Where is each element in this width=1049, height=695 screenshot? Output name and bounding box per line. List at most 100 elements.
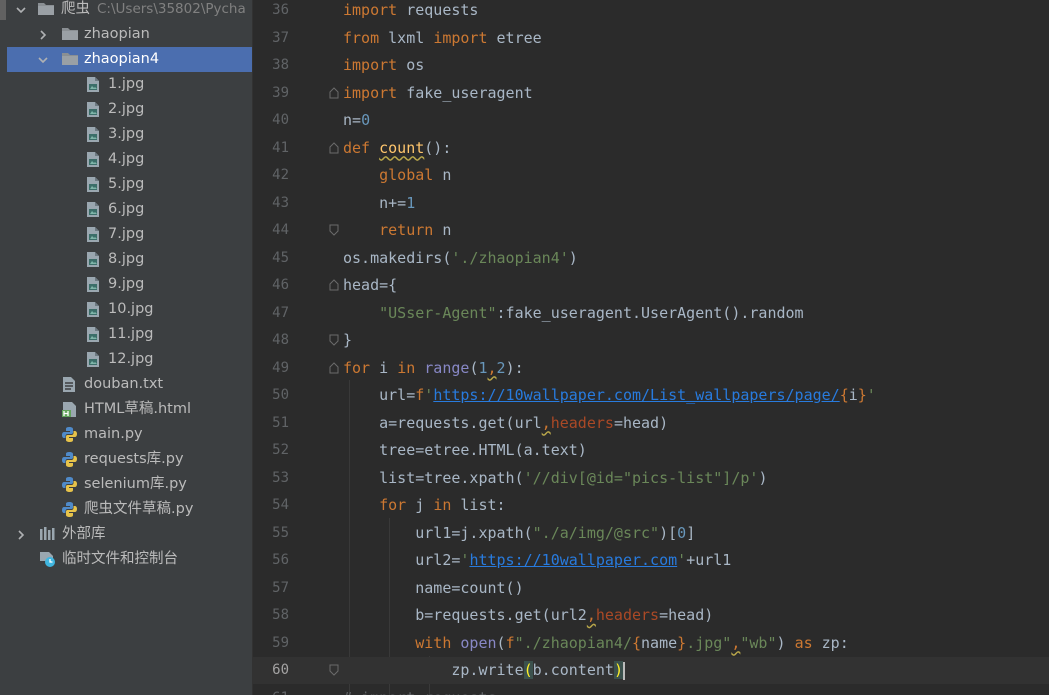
code-line[interactable]: } (343, 327, 352, 354)
left-tool-strip (0, 0, 7, 695)
tree-root-path: C:\Users\35802\Pycha (97, 1, 246, 17)
tree-item-label: 12.jpg (108, 351, 154, 367)
line-number: 59 (272, 634, 289, 651)
tree-item-image[interactable]: 3.jpg (7, 122, 252, 147)
code-line[interactable]: from lxml import etree (343, 25, 542, 52)
tree-item-image[interactable]: 7.jpg (7, 222, 252, 247)
tree-item-label: douban.txt (84, 376, 164, 392)
code-line[interactable]: for i in range(1,2): (343, 355, 524, 382)
tree-item-scratch[interactable]: 临时文件和控制台 (7, 547, 252, 572)
tree-item-label: 7.jpg (108, 226, 145, 242)
tree-item-image[interactable]: 10.jpg (7, 297, 252, 322)
line-number: 50 (272, 387, 289, 403)
code-line[interactable]: with open(f"./zhaopian4/{name}.jpg","wb"… (343, 630, 849, 657)
line-number: 60 (272, 662, 289, 678)
line-number: 52 (272, 442, 289, 458)
tree-item-image[interactable]: 1.jpg (7, 72, 252, 97)
fold-marker-icon[interactable] (329, 80, 341, 107)
line-number: 39 (272, 84, 289, 101)
code-editor[interactable]: 36 import requests 37 from lxml import etre… (253, 0, 1049, 695)
image-file-icon (85, 347, 103, 372)
line-number: 40 (272, 112, 289, 128)
fold-marker-icon[interactable] (329, 355, 341, 382)
python-file-icon (61, 447, 79, 472)
chevron-down-icon[interactable] (15, 0, 27, 22)
code-line[interactable]: list=tree.xpath('//div[@id="pics-list"]/… (343, 465, 767, 492)
chevron-right-icon[interactable] (37, 22, 49, 47)
tree-item-label: 11.jpg (108, 326, 154, 342)
tree-item-label: 8.jpg (108, 251, 145, 267)
tree-item-label: 3.jpg (108, 126, 145, 142)
line-number: 51 (272, 414, 289, 431)
code-line[interactable]: n=0 (343, 107, 370, 134)
tree-item-label: 5.jpg (108, 176, 145, 192)
chevron-down-icon[interactable] (37, 47, 49, 72)
tree-item-label: 1.jpg (108, 76, 145, 92)
fold-marker-icon[interactable] (329, 135, 341, 162)
code-line[interactable]: a=requests.get(url,headers=head) (343, 410, 668, 437)
tree-item-image[interactable]: 11.jpg (7, 322, 252, 347)
code-line[interactable]: for j in list: (343, 492, 505, 519)
tree-item-label: 临时文件和控制台 (62, 551, 178, 567)
line-number: 45 (272, 249, 289, 266)
tree-item-image[interactable]: 9.jpg (7, 272, 252, 297)
tree-item-folder[interactable]: zhaopian4 (7, 47, 252, 72)
tree-item-label: 4.jpg (108, 151, 145, 167)
code-line[interactable]: def count(): (343, 135, 451, 162)
project-tree: 爬虫 C:\Users\35802\Pycha zhaopian zhaopian4 1… (7, 0, 252, 695)
tree-item-python[interactable]: main.py (7, 422, 252, 447)
tree-item-python[interactable]: selenium库.py (7, 472, 252, 497)
code-line[interactable]: n+=1 (343, 190, 415, 217)
code-line[interactable]: b=requests.get(url2,headers=head) (343, 602, 713, 629)
tree-item-image[interactable]: 4.jpg (7, 147, 252, 172)
tree-item-image[interactable]: 12.jpg (7, 347, 252, 372)
code-line[interactable]: url1=j.xpath("./a/img/@src")[0] (343, 520, 695, 547)
code-line[interactable]: import os (343, 52, 424, 79)
code-line[interactable]: import fake_useragent (343, 80, 533, 107)
line-number: 56 (272, 552, 289, 568)
tree-item-image[interactable]: 5.jpg (7, 172, 252, 197)
line-number: 49 (272, 359, 289, 376)
tree-item-image[interactable]: 6.jpg (7, 197, 252, 222)
tool-strip-marker (0, 0, 6, 20)
image-file-icon (85, 172, 103, 197)
tree-root[interactable]: 爬虫 C:\Users\35802\Pycha (7, 0, 252, 22)
fold-marker-icon[interactable] (329, 217, 341, 244)
tree-item-image[interactable]: 2.jpg (7, 97, 252, 122)
code-line[interactable]: global n (343, 162, 451, 189)
image-file-icon (85, 322, 103, 347)
line-number: 47 (272, 304, 289, 321)
html-file-icon (61, 397, 79, 422)
line-number: 38 (272, 57, 289, 73)
code-line[interactable]: # import requests (343, 685, 497, 695)
fold-marker-icon[interactable] (329, 657, 341, 684)
code-line[interactable]: tree=etree.HTML(a.text) (343, 437, 587, 464)
code-line[interactable]: os.makedirs('./zhaopian4') (343, 245, 578, 272)
code-line[interactable]: "USser-Agent":fake_useragent.UserAgent()… (343, 300, 803, 327)
fold-marker-icon[interactable] (329, 327, 341, 354)
tree-item-text[interactable]: douban.txt (7, 372, 252, 397)
tree-item-label: requests库.py (84, 451, 184, 467)
fold-marker-icon[interactable] (329, 272, 341, 299)
code-line[interactable]: name=count() (343, 575, 523, 602)
chevron-right-icon[interactable] (15, 522, 27, 547)
tree-item-folder[interactable]: zhaopian (7, 22, 252, 47)
code-line[interactable]: url=f'https://10wallpaper.com/List_wallp… (343, 382, 876, 409)
line-number: 61 (253, 685, 289, 695)
code-line[interactable]: return n (343, 217, 451, 244)
line-number: 44 (272, 222, 289, 238)
tree-item-image[interactable]: 8.jpg (7, 247, 252, 272)
tree-item-html[interactable]: HTML草稿.html (7, 397, 252, 422)
tree-item-label: 爬虫文件草稿.py (84, 501, 194, 517)
python-file-icon (61, 497, 79, 522)
tree-item-library[interactable]: 外部库 (7, 522, 252, 547)
tree-item-label: 6.jpg (108, 201, 145, 217)
code-line[interactable]: import requests (343, 0, 478, 24)
python-file-icon (61, 472, 79, 497)
code-line[interactable]: url2='https://10wallpaper.com'+url1 (343, 547, 731, 574)
tree-item-python[interactable]: 爬虫文件草稿.py (7, 497, 252, 522)
tree-item-python[interactable]: requests库.py (7, 447, 252, 472)
code-line[interactable]: head={ (343, 272, 397, 299)
image-file-icon (85, 197, 103, 222)
code-line[interactable]: zp.write(b.content) (343, 657, 625, 684)
